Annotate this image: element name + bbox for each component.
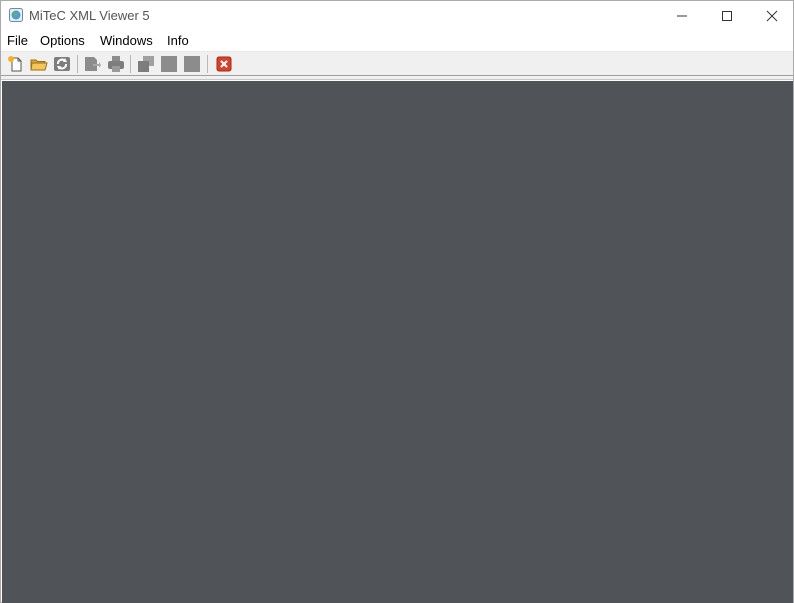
tile-vertical-icon bbox=[184, 56, 200, 72]
new-document-icon bbox=[8, 56, 22, 72]
tile-vertical-button[interactable] bbox=[183, 55, 201, 73]
export-icon bbox=[85, 57, 101, 71]
mdi-workspace[interactable] bbox=[2, 81, 793, 603]
close-button[interactable] bbox=[749, 1, 794, 31]
menu-info[interactable]: Info bbox=[167, 33, 189, 48]
export-button[interactable] bbox=[83, 55, 101, 73]
toolbar-separator bbox=[207, 55, 208, 73]
tile-horizontal-button[interactable] bbox=[160, 55, 178, 73]
tile-horizontal-icon bbox=[161, 56, 177, 72]
menu-windows[interactable]: Windows bbox=[100, 33, 153, 48]
open-button[interactable] bbox=[30, 55, 48, 73]
print-button[interactable] bbox=[107, 55, 125, 73]
menu-file[interactable]: File bbox=[7, 33, 28, 48]
window-title: MiTeC XML Viewer 5 bbox=[29, 8, 150, 23]
toolbar-separator bbox=[77, 55, 78, 73]
refresh-button[interactable] bbox=[53, 55, 71, 73]
maximize-icon bbox=[722, 11, 732, 21]
menu-bar: File Options Windows Info bbox=[1, 31, 793, 51]
menu-options[interactable]: Options bbox=[40, 33, 85, 48]
maximize-button[interactable] bbox=[704, 1, 750, 31]
minimize-icon bbox=[677, 15, 687, 17]
refresh-icon bbox=[54, 57, 70, 71]
cascade-windows-icon bbox=[138, 56, 154, 72]
minimize-button[interactable] bbox=[659, 1, 705, 31]
open-folder-icon bbox=[30, 59, 48, 71]
close-all-button[interactable] bbox=[215, 55, 233, 73]
print-icon bbox=[108, 56, 124, 72]
new-button[interactable] bbox=[7, 55, 25, 73]
toolbar bbox=[1, 51, 793, 76]
cascade-button[interactable] bbox=[137, 55, 155, 73]
app-globe-icon[interactable] bbox=[9, 8, 23, 22]
close-all-icon bbox=[216, 56, 232, 72]
toolbar-divider bbox=[1, 75, 793, 80]
app-window: MiTeC XML Viewer 5 File Options Windows … bbox=[0, 0, 794, 603]
toolbar-separator bbox=[130, 55, 131, 73]
title-bar[interactable]: MiTeC XML Viewer 5 bbox=[1, 1, 793, 31]
close-icon bbox=[766, 10, 778, 22]
